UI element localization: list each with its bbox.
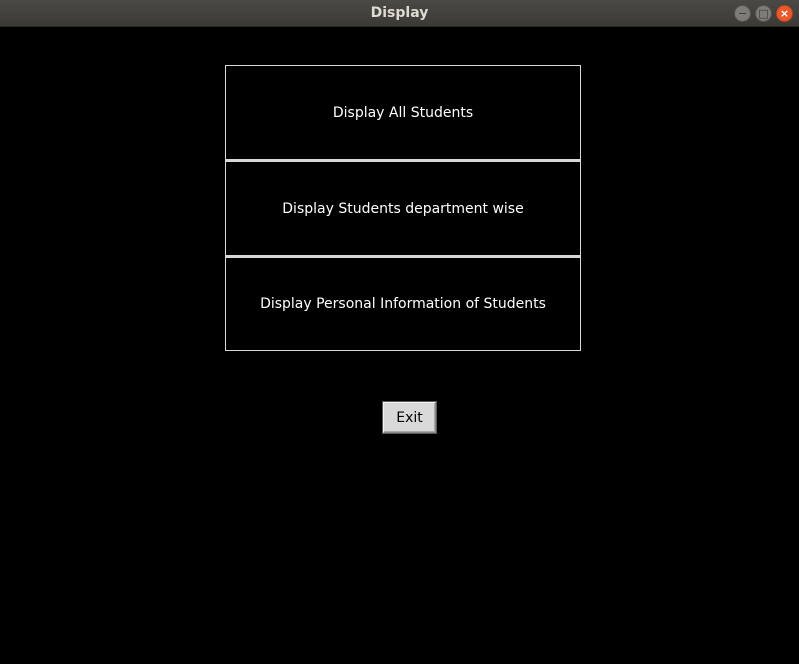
window-title: Display [370, 5, 429, 21]
display-window: Display − □ × Display All Students Displ… [0, 0, 799, 664]
title-bar[interactable]: Display − □ × [0, 0, 799, 27]
display-personal-info-button[interactable]: Display Personal Information of Students [225, 256, 581, 351]
close-icon[interactable]: × [776, 5, 793, 22]
display-department-wise-button[interactable]: Display Students department wise [225, 160, 581, 256]
exit-button[interactable]: Exit [383, 402, 436, 433]
display-department-wise-label: Display Students department wise [282, 200, 524, 217]
exit-button-label: Exit [396, 409, 423, 426]
maximize-icon[interactable]: □ [755, 5, 772, 22]
content-area: Display All Students Display Students de… [0, 28, 799, 664]
minimize-icon[interactable]: − [734, 5, 751, 22]
display-all-students-button[interactable]: Display All Students [225, 65, 581, 160]
window-controls: − □ × [734, 5, 793, 22]
display-all-students-label: Display All Students [332, 104, 474, 121]
display-personal-info-label: Display Personal Information of Students [260, 296, 546, 312]
